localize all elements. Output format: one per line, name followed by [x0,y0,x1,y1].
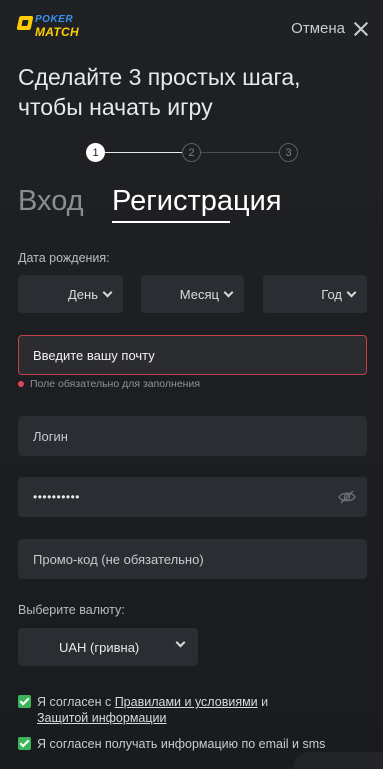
currency-value: UAH (гривна) [59,640,140,655]
close-icon[interactable] [353,21,369,37]
logo-text-poker: POKER [35,14,74,25]
currency-select[interactable]: UAH (гривна) [18,628,198,666]
cancel-label: Отмена [291,20,345,37]
step-2-indicator: 2 [182,143,201,162]
terms-link[interactable]: Правилами и условиями [115,695,258,709]
promo-code-field[interactable] [33,551,333,567]
logo-text-match: MATCH [35,25,79,39]
registration-stepper: 1 2 3 [86,143,301,163]
step-1-indicator: 1 [86,143,105,162]
cancel-button[interactable]: Отмена [291,20,369,37]
email-error-text: Поле обязательно для заполнения [30,378,201,390]
chevron-down-icon [346,287,357,297]
step-connector-2 [201,152,279,153]
top-bar: POKER MATCH Отмена [0,0,383,60]
chevron-down-icon [175,637,186,648]
marketing-consent-text: Я согласен получать информацию по email … [37,737,326,751]
currency-label: Выберите валюту: [18,603,125,617]
marketing-checkbox[interactable] [18,737,31,750]
terms-consent-text: Я согласен с Правилами и условиями и [37,694,268,710]
chevron-down-icon [223,287,234,297]
terms-checkbox[interactable] [18,695,31,708]
birth-month-select[interactable]: Месяц [141,275,244,313]
pokermatch-logo[interactable]: POKER MATCH [16,14,86,40]
step-connector-1 [105,152,182,153]
email-error-message: Поле обязательно для заполнения [18,378,200,390]
step-3-indicator: 3 [279,143,298,162]
birth-day-value: День [68,286,98,302]
terms-prefix: Я согласен с [37,695,115,709]
error-dot-icon [18,381,24,387]
birthdate-label: Дата рождения: [18,251,110,265]
chevron-down-icon [102,287,113,297]
bottom-partial-element [293,752,383,769]
email-field-wrapper [18,335,367,375]
page-title: Сделайте 3 простых шага, чтобы начать иг… [18,64,301,120]
terms-and: и [257,695,269,709]
password-field[interactable]: •••••••••• [33,490,80,504]
promo-field-wrapper [18,539,367,579]
privacy-link[interactable]: Защитой информации [37,711,167,725]
terms-consent-row: Я согласен с Правилами и условиями и Защ… [18,694,368,728]
birth-day-select[interactable]: День [18,275,123,313]
birth-year-select[interactable]: Год [263,275,367,313]
tab-login[interactable]: Вход [18,183,84,219]
eye-off-icon[interactable] [338,489,356,505]
tab-register[interactable]: Регистрация [112,183,282,223]
privacy-line: Защитой информации [37,710,167,726]
auth-tabs: Вход Регистрация [18,183,368,227]
birth-year-value: Год [321,286,342,302]
email-field[interactable] [33,347,333,363]
marketing-consent-row: Я согласен получать информацию по email … [18,736,368,752]
login-field[interactable] [33,428,333,444]
birth-month-value: Месяц [179,286,219,302]
logo-mark-icon [16,16,34,30]
password-field-wrapper: •••••••••• [18,477,367,517]
login-field-wrapper [18,416,367,456]
